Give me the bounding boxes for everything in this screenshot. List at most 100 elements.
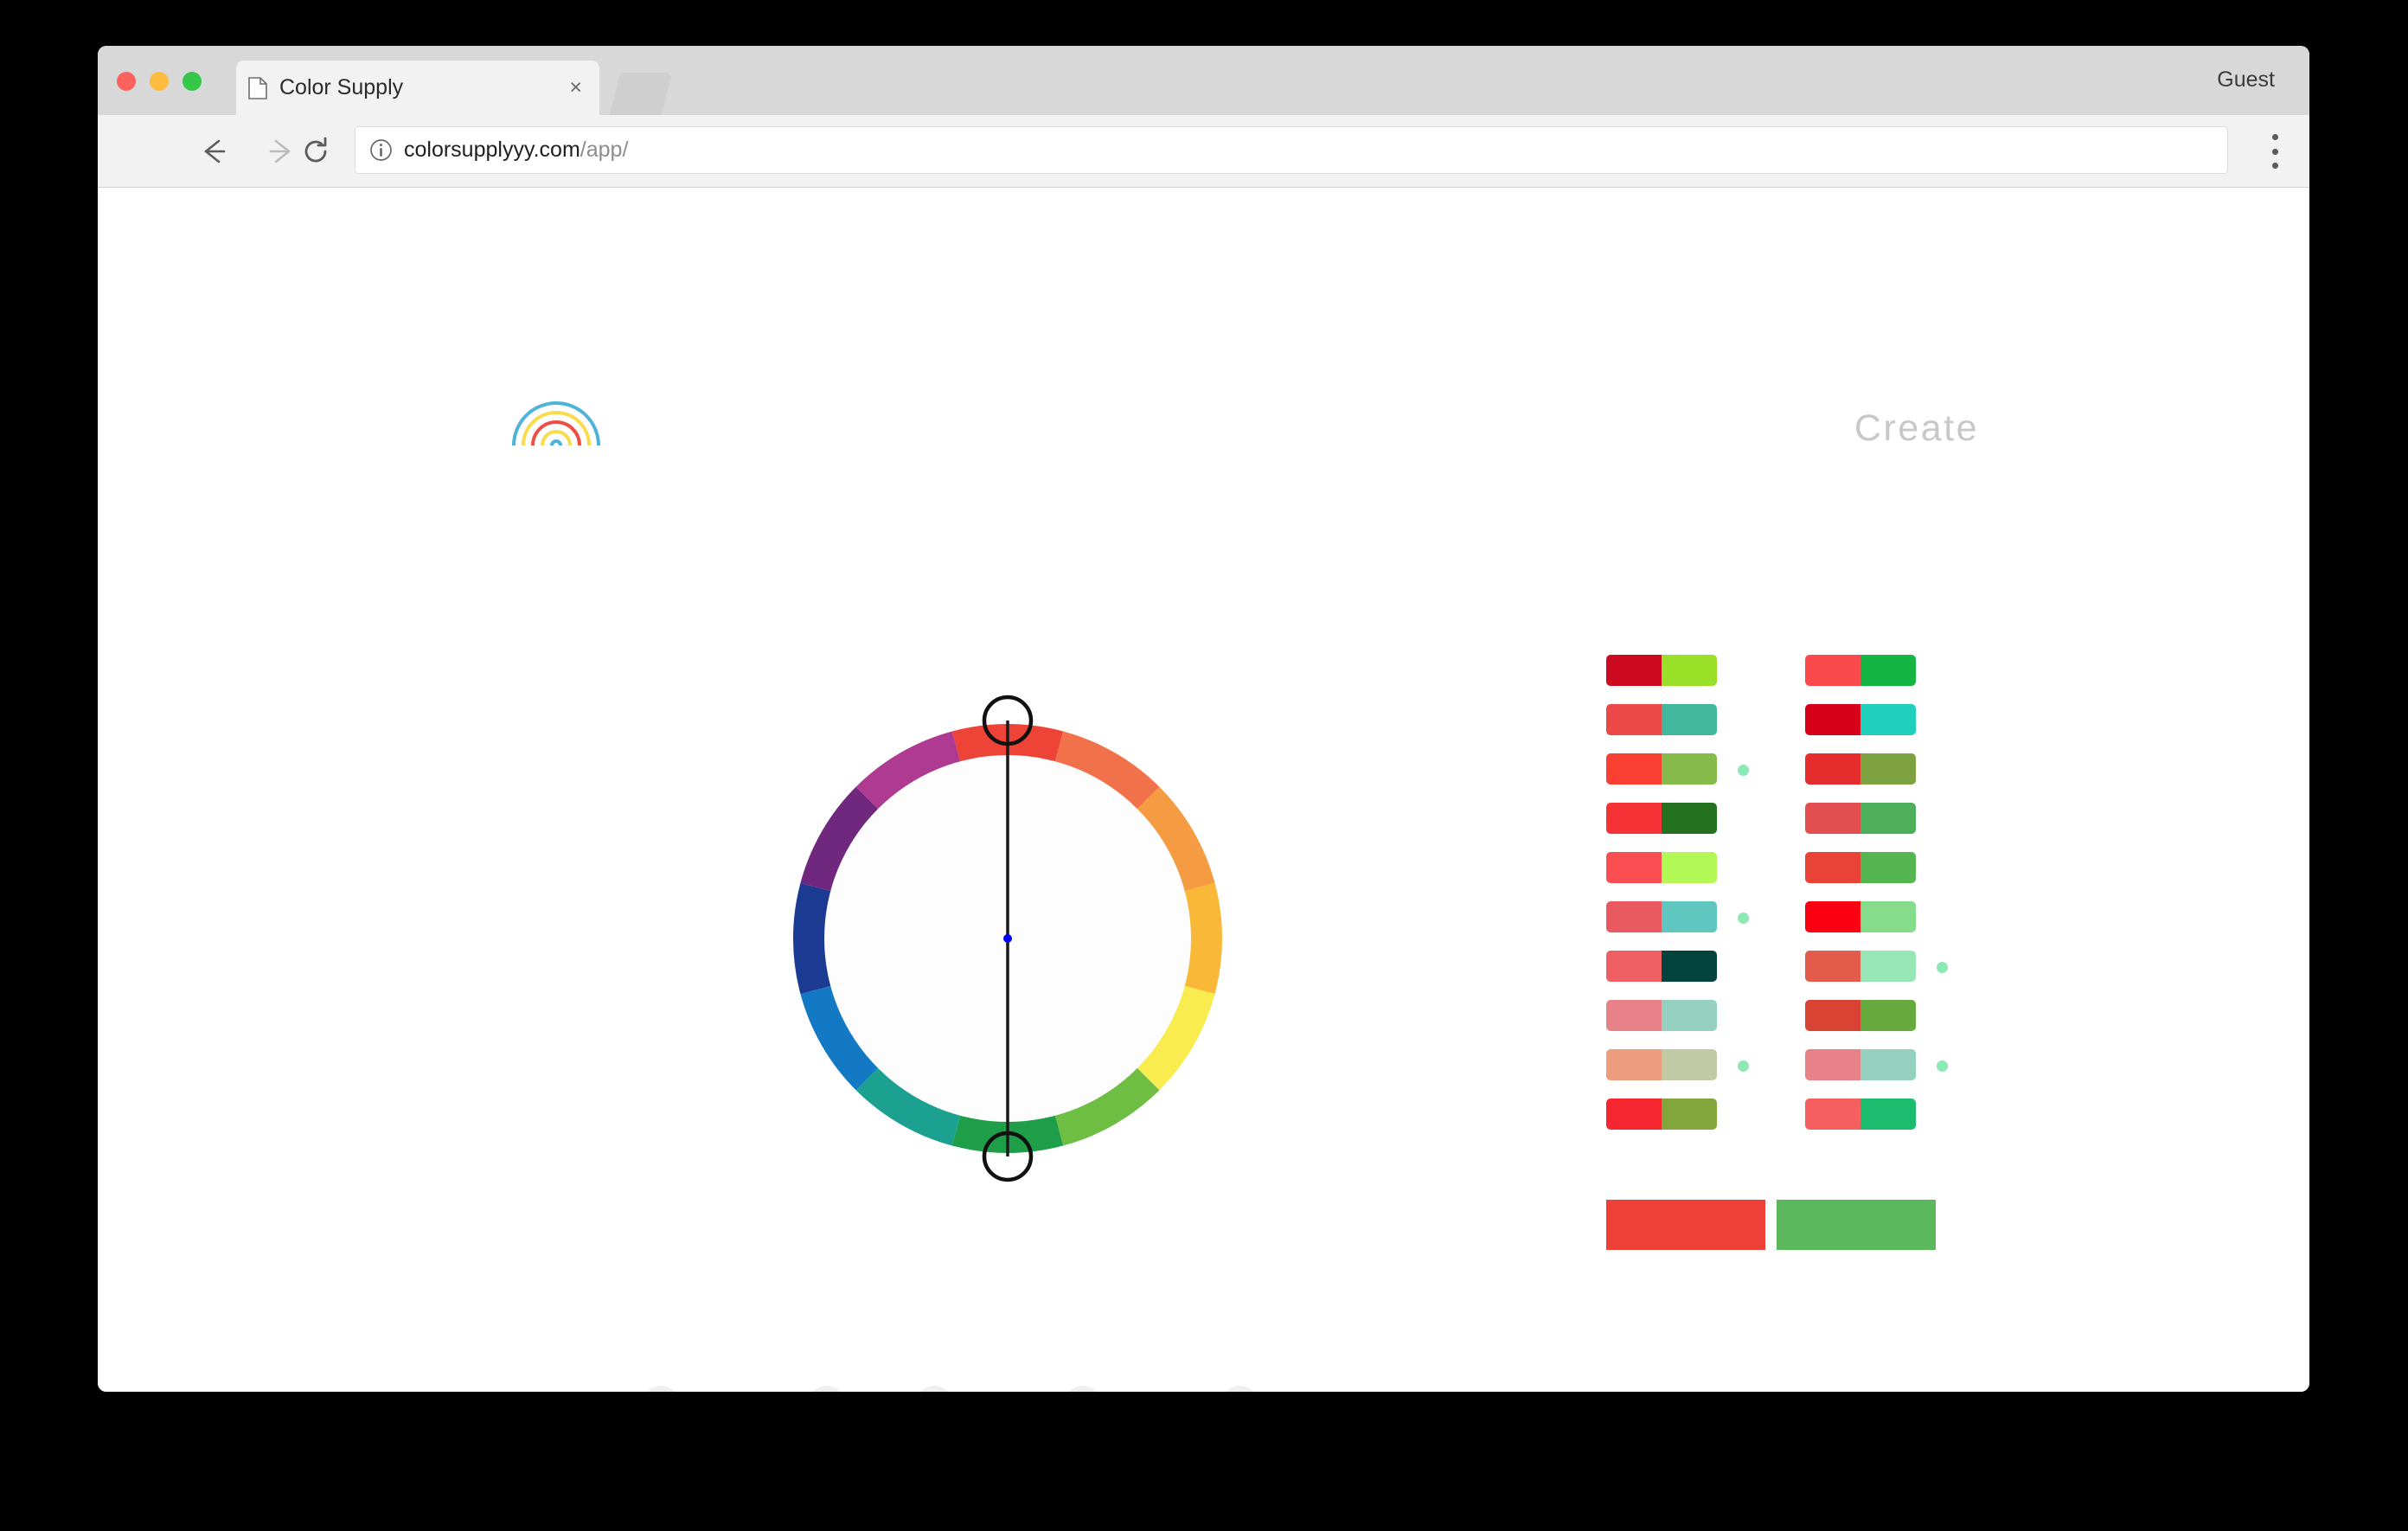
swatch-half-secondary[interactable] [1662,753,1717,785]
swatch-half-secondary[interactable] [1662,852,1717,883]
swatch-half-primary[interactable] [1805,951,1860,982]
close-tab-button[interactable]: × [564,77,587,99]
swatch-row[interactable] [1805,901,2006,932]
swatch-half-secondary[interactable] [1662,1049,1717,1080]
swatch-pair[interactable] [1606,1049,1717,1080]
scheme-radio[interactable] [1220,1386,1258,1392]
swatch-row[interactable] [1606,655,1807,686]
new-tab-button[interactable] [609,73,673,115]
swatch-pair[interactable] [1606,704,1717,735]
swatch-half-primary[interactable] [1805,753,1860,785]
swatch-half-secondary[interactable] [1662,901,1717,932]
swatch-half-secondary[interactable] [1662,704,1717,735]
minimize-window-button[interactable] [150,72,169,91]
address-bar[interactable]: colorsupplyyy.com/app/ [355,126,2228,174]
swatch-pair[interactable] [1606,803,1717,834]
swatch-half-secondary[interactable] [1860,852,1916,883]
swatch-pair[interactable] [1805,655,1916,686]
swatch-half-secondary[interactable] [1662,1000,1717,1031]
swatch-pair[interactable] [1606,1099,1717,1130]
swatch-half-primary[interactable] [1606,655,1662,686]
swatch-pair[interactable] [1805,1099,1916,1130]
scheme-option-square[interactable]: Square [1192,1386,1287,1392]
maximize-window-button[interactable] [183,72,202,91]
swatch-pair[interactable] [1606,655,1717,686]
swatch-half-primary[interactable] [1805,655,1860,686]
scheme-option-complementary[interactable]: Complementary [565,1386,759,1392]
swatch-half-primary[interactable] [1606,852,1662,883]
swatch-pair[interactable] [1606,901,1717,932]
scheme-radio[interactable] [643,1386,681,1392]
color-wheel[interactable] [627,558,1388,1319]
kebab-menu-icon[interactable] [2271,134,2278,169]
swatch-half-secondary[interactable] [1860,753,1916,785]
swatch-half-secondary[interactable] [1860,803,1916,834]
swatch-half-secondary[interactable] [1662,655,1717,686]
info-circle-icon[interactable] [369,138,393,162]
swatch-row[interactable] [1606,951,1807,982]
swatch-row[interactable] [1805,655,2006,686]
profile-guest-label[interactable]: Guest [2217,67,2275,93]
scheme-option-split-complement[interactable]: Split-Complement [973,1386,1192,1392]
swatch-row[interactable] [1805,951,2006,982]
swatch-pair[interactable] [1805,1049,1916,1080]
swatch-half-primary[interactable] [1606,1049,1662,1080]
swatch-pair[interactable] [1805,753,1916,785]
rainbow-logo-icon[interactable] [509,395,603,449]
swatch-half-primary[interactable] [1606,704,1662,735]
scheme-option-triad[interactable]: Triad [895,1386,973,1392]
swatch-row[interactable] [1606,753,1807,785]
swatch-half-secondary[interactable] [1860,1049,1916,1080]
swatch-row[interactable] [1805,803,2006,834]
swatch-pair[interactable] [1805,951,1916,982]
swatch-row[interactable] [1805,753,2006,785]
swatch-half-primary[interactable] [1805,901,1860,932]
swatch-half-primary[interactable] [1805,852,1860,883]
scheme-radio[interactable] [1064,1386,1102,1392]
swatch-pair[interactable] [1606,852,1717,883]
swatch-half-primary[interactable] [1606,951,1662,982]
swatch-pair[interactable] [1805,803,1916,834]
scheme-radio[interactable] [915,1386,953,1392]
scheme-radio[interactable] [808,1386,846,1392]
swatch-half-primary[interactable] [1805,803,1860,834]
swatch-row[interactable] [1606,1099,1807,1130]
swatch-half-secondary[interactable] [1662,1099,1717,1130]
swatch-row[interactable] [1606,852,1807,883]
swatch-half-primary[interactable] [1606,1099,1662,1130]
browser-tab[interactable]: Color Supply × [236,61,599,115]
primary-preview[interactable] [1606,1200,1765,1250]
swatch-half-secondary[interactable] [1860,704,1916,735]
swatch-half-primary[interactable] [1805,1099,1860,1130]
swatch-half-secondary[interactable] [1860,655,1916,686]
secondary-preview[interactable] [1777,1200,1936,1250]
swatch-half-secondary[interactable] [1860,1099,1916,1130]
swatch-half-primary[interactable] [1606,1000,1662,1031]
swatch-row[interactable] [1805,852,2006,883]
swatch-pair[interactable] [1805,1000,1916,1031]
swatch-pair[interactable] [1606,1000,1717,1031]
swatch-row[interactable] [1606,704,1807,735]
swatch-row[interactable] [1606,803,1807,834]
forward-arrow-icon[interactable] [264,134,298,169]
swatch-pair[interactable] [1805,852,1916,883]
swatch-half-primary[interactable] [1805,704,1860,735]
swatch-row[interactable] [1805,1049,2006,1080]
swatch-row[interactable] [1805,1099,2006,1130]
swatch-row[interactable] [1606,901,1807,932]
swatch-pair[interactable] [1805,901,1916,932]
swatch-row[interactable] [1606,1000,1807,1031]
create-nav-link[interactable]: Create [1854,407,1979,450]
swatch-half-primary[interactable] [1606,803,1662,834]
swatch-half-primary[interactable] [1606,901,1662,932]
swatch-half-primary[interactable] [1606,753,1662,785]
swatch-half-primary[interactable] [1805,1049,1860,1080]
reload-icon[interactable] [298,134,333,169]
swatch-row[interactable] [1805,704,2006,735]
swatch-half-secondary[interactable] [1860,1000,1916,1031]
swatch-half-primary[interactable] [1805,1000,1860,1031]
swatch-half-secondary[interactable] [1860,951,1916,982]
close-window-button[interactable] [117,72,136,91]
swatch-pair[interactable] [1805,704,1916,735]
swatch-half-secondary[interactable] [1662,951,1717,982]
